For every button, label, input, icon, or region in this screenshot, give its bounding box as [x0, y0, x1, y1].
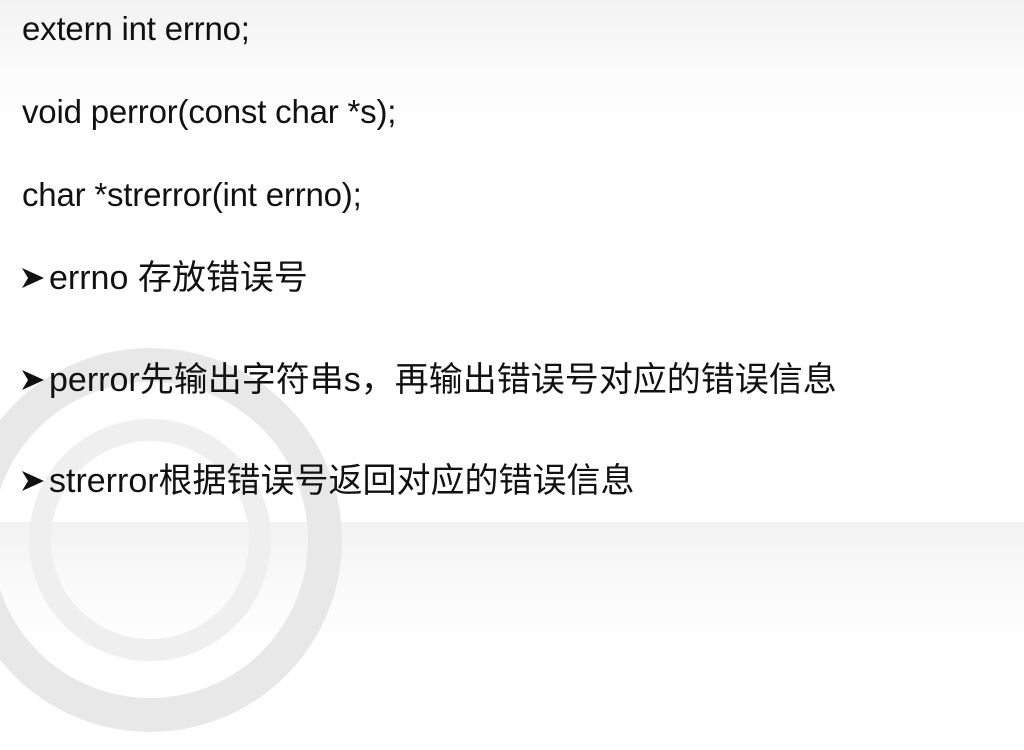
arrow-bullet-icon [20, 265, 46, 291]
bullet-item-perror: perror先输出字符串s，再输出错误号对应的错误信息 [20, 360, 837, 400]
code-line-strerror-prototype: char *strerror(int errno); [22, 176, 362, 213]
code-line-errno-declaration: extern int errno; [22, 10, 250, 47]
bullet-text: strerror根据错误号返回对应的错误信息 [49, 462, 635, 500]
bullet-item-strerror: strerror根据错误号返回对应的错误信息 [20, 461, 635, 501]
bullet-item-errno: errno 存放错误号 [20, 258, 308, 298]
code-line-perror-prototype: void perror(const char *s); [22, 93, 397, 130]
bullet-text: perror先输出字符串s，再输出错误号对应的错误信息 [49, 361, 837, 399]
arrow-bullet-icon [20, 468, 46, 494]
bullet-text: errno 存放错误号 [49, 259, 308, 297]
arrow-bullet-icon [20, 367, 46, 393]
